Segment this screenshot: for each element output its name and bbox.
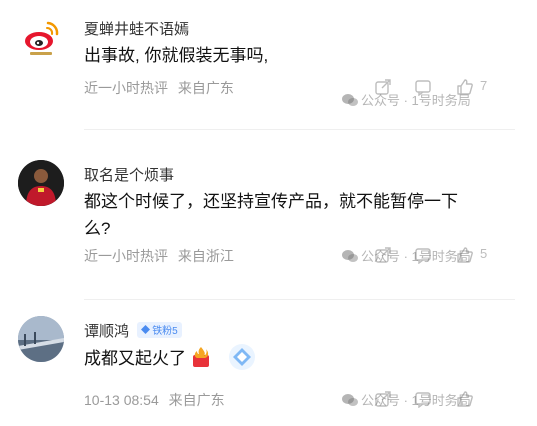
diamond-icon	[141, 325, 151, 334]
comment-username[interactable]: 谭顺鸿 铁粉5	[84, 320, 182, 341]
watermark-text: 公众号 · 1号时务局	[361, 393, 471, 408]
watermark: 公众号 · 1号时务局	[342, 390, 471, 409]
avatar[interactable]	[18, 316, 64, 362]
user-photo-icon	[18, 316, 64, 362]
comment-location: 来自广东	[168, 392, 225, 408]
sparkle-diamond-icon	[229, 344, 256, 370]
fan-badge-label: 铁粉5	[152, 326, 178, 337]
wechat-icon	[342, 393, 358, 406]
fan-badge[interactable]: 铁粉5	[137, 321, 182, 338]
comment-text: 成都又起火了	[84, 342, 284, 372]
comment-text-content: 成都又起火了	[84, 349, 186, 368]
fire-emoji-icon	[192, 347, 209, 367]
comment-meta: 10-13 08:54 来自广东	[84, 390, 231, 410]
comment-time: 10-13 08:54	[84, 392, 159, 408]
comment-item: 谭顺鸿 铁粉5 成都又起火了 10-13 08:54 来自广东 公众号 · 1号…	[0, 0, 537, 426]
username-text: 谭顺鸿	[84, 323, 130, 340]
